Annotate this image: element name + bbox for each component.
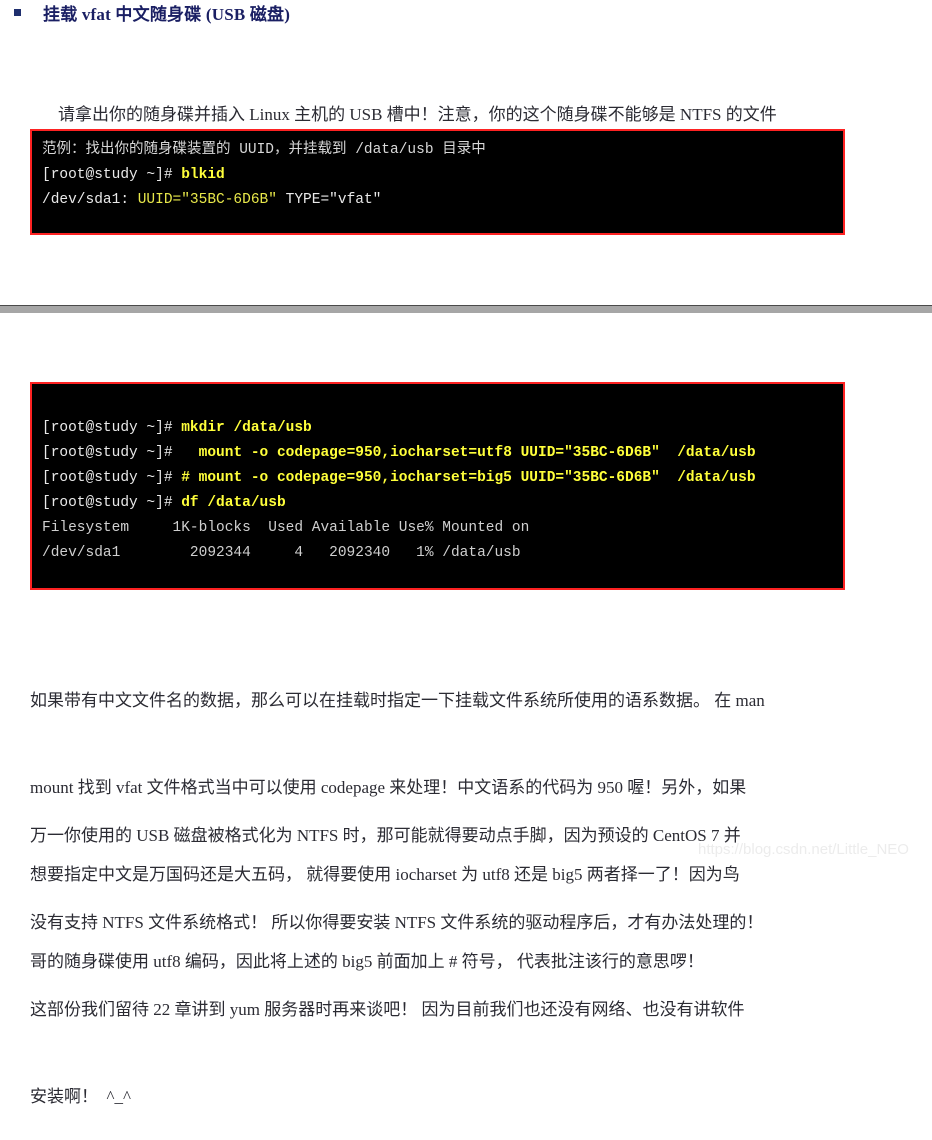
terminal-line-mount-big5: [root@study ~]# # mount -o codepage=950,… bbox=[42, 466, 843, 491]
paragraph-line: 如果带有中文文件名的数据，那么可以在挂载时指定一下挂载文件系统所使用的语系数据。… bbox=[30, 691, 765, 710]
shell-command: mount -o codepage=950,iocharset=utf8 UUI… bbox=[198, 445, 756, 461]
square-bullet-icon bbox=[14, 8, 21, 16]
terminal-line-comment: 范例：找出你的随身碟装置的 UUID，并挂载到 /data/usb 目录中 bbox=[42, 142, 486, 158]
shell-command: df /data/usb bbox=[181, 495, 286, 511]
terminal-line-mount-utf8: [root@study ~]# mount -o codepage=950,io… bbox=[42, 441, 843, 466]
terminal-block-mount: [root@study ~]# mkdir /data/usb [root@st… bbox=[30, 382, 845, 590]
paragraph-line: 没有支持 NTFS 文件系统格式！ 所以你得要安装 NTFS 文件系统的驱动程序… bbox=[30, 913, 764, 932]
df-header-row: Filesystem 1K-blocks Used Available Use%… bbox=[42, 520, 530, 536]
watermark-text: https://blog.csdn.net/Little_NEO bbox=[698, 841, 909, 858]
shell-prompt: [root@study ~]# bbox=[42, 470, 182, 486]
shell-command: blkid bbox=[181, 167, 225, 183]
terminal-line-mkdir: [root@study ~]# mkdir /data/usb bbox=[42, 416, 843, 441]
terminal-line-df: [root@study ~]# df /data/usb bbox=[42, 491, 843, 516]
device-uuid: UUID="35BC-6D6B" bbox=[137, 192, 277, 208]
ntfs-note-paragraph: 万一你使用的 USB 磁盘被格式化为 NTFS 时，那可能就得要动点手脚，因为预… bbox=[30, 763, 920, 1140]
horizontal-divider bbox=[0, 305, 932, 313]
df-data-row: /dev/sda1 2092344 4 2092340 1% /data/usb bbox=[42, 545, 521, 561]
terminal-block-blkid: 范例：找出你的随身碟装置的 UUID，并挂载到 /data/usb 目录中 [r… bbox=[30, 129, 845, 235]
shell-command: # mount -o codepage=950,iocharset=big5 U… bbox=[181, 470, 756, 486]
device-type: TYPE="vfat" bbox=[276, 192, 382, 208]
paragraph-line: 请拿出你的随身碟并插入 Linux 主机的 USB 槽中！注意，你的这个随身碟不… bbox=[58, 105, 777, 124]
shell-command: mkdir /data/usb bbox=[181, 420, 312, 436]
shell-prompt: [root@study ~]# bbox=[42, 167, 182, 183]
shell-prompt: [root@study ~]# bbox=[42, 495, 182, 511]
terminal-line-output: /dev/sda1: UUID="35BC-6D6B" TYPE="vfat" bbox=[42, 188, 843, 213]
section-heading: 挂载 vfat 中文随身碟 (USB 磁盘) bbox=[0, 0, 932, 24]
shell-prompt: [root@study ~]# bbox=[42, 445, 199, 461]
paragraph-line: 这部份我们留待 22 章讲到 yum 服务器时再来谈吧！ 因为目前我们也还没有网… bbox=[30, 1000, 745, 1019]
shell-prompt: [root@study ~]# bbox=[42, 420, 182, 436]
paragraph-line: 安装啊！ ^_^ bbox=[30, 1087, 131, 1106]
terminal-line-command: [root@study ~]# blkid bbox=[42, 163, 843, 188]
page-title: 挂载 vfat 中文随身碟 (USB 磁盘) bbox=[43, 4, 291, 24]
device-name: /dev/sda1: bbox=[42, 192, 138, 208]
